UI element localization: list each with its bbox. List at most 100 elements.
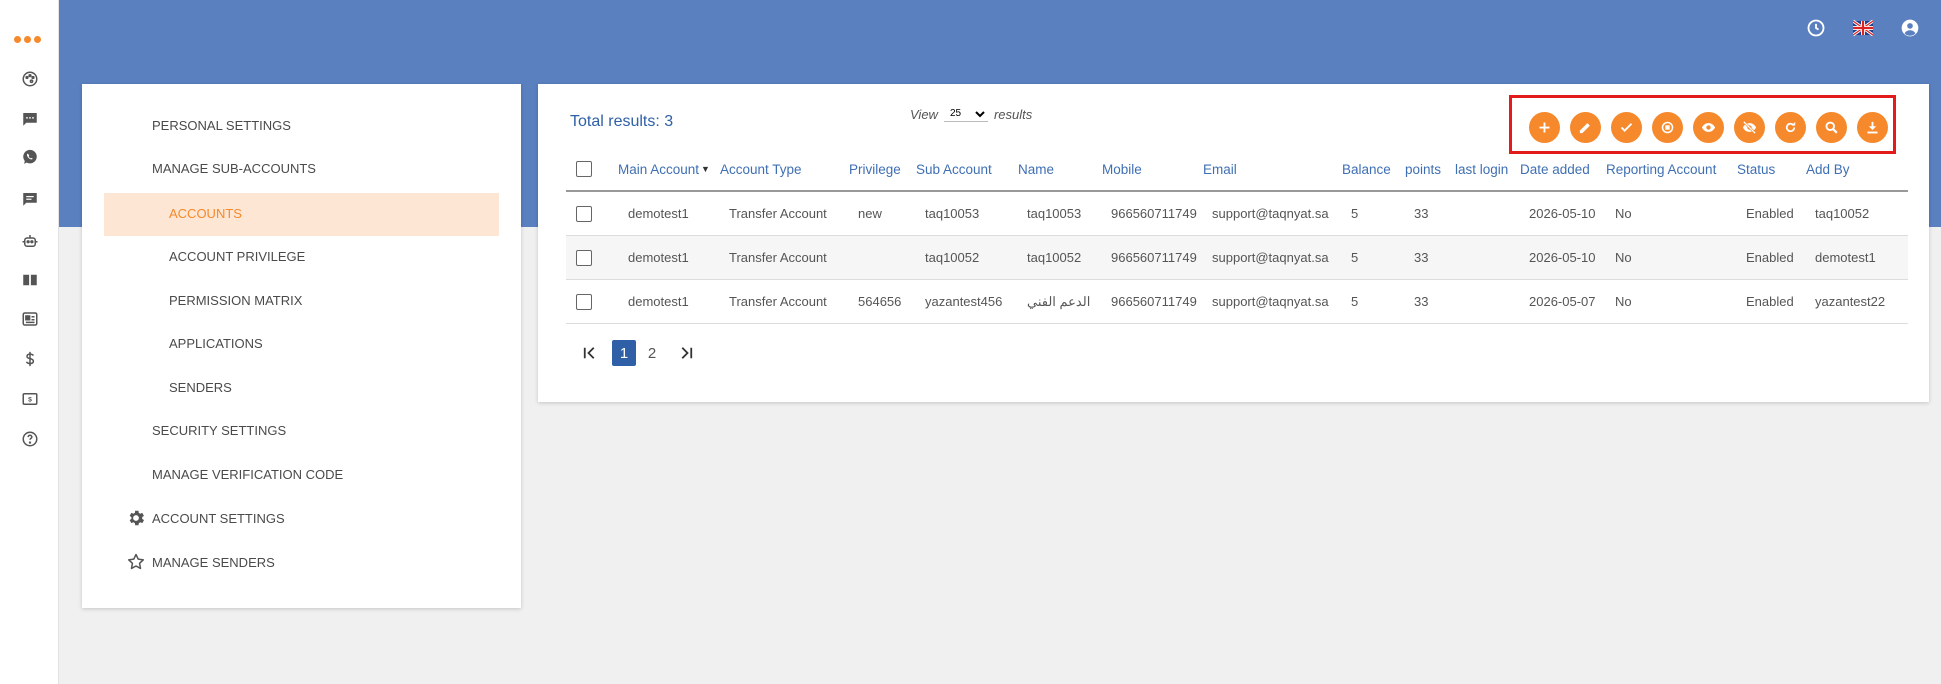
dollar-icon[interactable]: [18, 347, 42, 371]
account-circle-icon[interactable]: [1898, 16, 1922, 40]
cell-privilege: new: [858, 206, 882, 221]
header-date-added[interactable]: Date added: [1520, 148, 1590, 190]
palette-icon[interactable]: [18, 67, 42, 91]
cell-main-account: demotest1: [628, 250, 689, 265]
menu-security-settings[interactable]: SECURITY SETTINGS: [152, 423, 286, 438]
cell-points: 33: [1414, 250, 1429, 265]
last-page-icon: [681, 347, 693, 359]
header-account-type[interactable]: Account Type: [720, 148, 802, 190]
cell-mobile: 966560711749: [1111, 294, 1197, 309]
sort-desc-icon: ▼: [701, 164, 710, 174]
show-button[interactable]: [1693, 112, 1724, 143]
row-checkbox[interactable]: [576, 249, 592, 266]
header-add-by[interactable]: Add By: [1806, 148, 1850, 190]
approve-button[interactable]: [1611, 112, 1642, 143]
table-row[interactable]: demotest1 Transfer Account new taq10053 …: [566, 192, 1908, 236]
header-main-account[interactable]: Main Account ▼: [618, 148, 710, 190]
book-icon[interactable]: [18, 268, 42, 292]
app-menu-dots-icon[interactable]: [14, 36, 41, 43]
cell-reporting-account: No: [1615, 206, 1632, 221]
header-privilege[interactable]: Privilege: [849, 148, 901, 190]
chat-icon[interactable]: [18, 107, 42, 131]
header-main-account-label: Main Account: [618, 161, 700, 177]
header-balance[interactable]: Balance: [1342, 148, 1391, 190]
header-sub-account[interactable]: Sub Account: [916, 148, 992, 190]
uk-flag-icon[interactable]: [1851, 16, 1875, 40]
cell-main-account: demotest1: [628, 206, 689, 221]
cell-account-type: Transfer Account: [729, 294, 827, 309]
menu-personal-settings[interactable]: PERSONAL SETTINGS: [152, 118, 291, 133]
cell-main-account: demotest1: [628, 294, 689, 309]
cell-sub-account: taq10053: [925, 206, 980, 221]
menu-account-privilege[interactable]: ACCOUNT PRIVILEGE: [169, 249, 305, 264]
cell-account-type: Transfer Account: [729, 206, 827, 221]
cell-email: support@taqnyat.sa: [1212, 250, 1329, 265]
hide-icon: [1742, 120, 1757, 135]
svg-text:$: $: [28, 397, 32, 404]
table-header-row: Main Account ▼ Account Type Privilege Sub…: [566, 148, 1908, 192]
menu-applications[interactable]: APPLICATIONS: [169, 336, 263, 351]
cell-status: Enabled: [1746, 206, 1794, 221]
page-size-control: View 25 results: [910, 106, 1032, 122]
header-points[interactable]: points: [1405, 148, 1441, 190]
menu-senders[interactable]: SENDERS: [169, 380, 232, 395]
cell-email: support@taqnyat.sa: [1212, 294, 1329, 309]
menu-account-settings[interactable]: ACCOUNT SETTINGS: [152, 511, 285, 526]
table-row[interactable]: demotest1 Transfer Account taq10052 taq1…: [566, 236, 1908, 280]
bot-icon[interactable]: [18, 229, 42, 253]
billing-icon[interactable]: $: [18, 387, 42, 411]
first-page-icon: [583, 347, 595, 359]
cell-name: taq10052: [1027, 250, 1082, 265]
table-row[interactable]: demotest1 Transfer Account 564656 yazant…: [566, 280, 1908, 324]
refresh-button[interactable]: [1775, 112, 1806, 143]
disable-button[interactable]: [1652, 112, 1683, 143]
left-rail: $: [0, 0, 59, 684]
header-email[interactable]: Email: [1203, 148, 1237, 190]
cell-name: الدعم الفني: [1027, 293, 1091, 309]
page-size-select[interactable]: 25: [943, 106, 988, 122]
header-reporting-account[interactable]: Reporting Account: [1606, 148, 1716, 190]
cell-points: 33: [1414, 294, 1429, 309]
page-1-button[interactable]: 1: [612, 340, 636, 366]
download-button[interactable]: [1857, 112, 1888, 143]
cell-status: Enabled: [1746, 250, 1794, 265]
total-results: Total results: 3: [570, 113, 674, 130]
cell-add-by: demotest1: [1815, 250, 1876, 265]
cell-mobile: 966560711749: [1111, 250, 1197, 265]
menu-manage-senders[interactable]: MANAGE SENDERS: [152, 555, 275, 570]
hide-button[interactable]: [1734, 112, 1765, 143]
header-last-login[interactable]: last login: [1455, 148, 1508, 190]
accounts-table: Main Account ▼ Account Type Privilege Sub…: [566, 148, 1908, 324]
disable-icon: [1661, 121, 1674, 134]
edit-button[interactable]: [1570, 112, 1601, 143]
last-page-button[interactable]: [674, 340, 698, 366]
menu-manage-sub-accounts[interactable]: MANAGE SUB-ACCOUNTS: [152, 161, 316, 176]
select-all-checkbox[interactable]: [576, 161, 592, 177]
help-icon[interactable]: [18, 427, 42, 451]
menu-accounts[interactable]: ACCOUNTS: [169, 206, 242, 221]
cell-balance: 5: [1351, 294, 1359, 309]
search-button[interactable]: [1816, 112, 1847, 143]
page-2-button[interactable]: 2: [640, 340, 664, 366]
cell-privilege: 564656: [858, 294, 902, 309]
pagination: 1 2: [578, 340, 698, 366]
message-icon[interactable]: [18, 187, 42, 211]
menu-permission-matrix[interactable]: PERMISSION MATRIX: [169, 293, 302, 308]
clock-icon[interactable]: [1804, 16, 1828, 40]
add-button[interactable]: [1529, 112, 1560, 143]
menu-manage-verification-code[interactable]: MANAGE VERIFICATION CODE: [152, 467, 343, 482]
edit-icon: [1579, 123, 1590, 134]
whatsapp-icon[interactable]: [18, 145, 42, 169]
header-status[interactable]: Status: [1737, 148, 1775, 190]
view-label: View: [910, 106, 938, 122]
row-select-cell: [576, 236, 592, 279]
row-checkbox[interactable]: [576, 205, 592, 222]
cell-mobile: 966560711749: [1111, 206, 1197, 221]
first-page-button[interactable]: [578, 340, 602, 366]
contact-card-icon[interactable]: [18, 307, 42, 331]
cell-date-added: 2026-05-10: [1529, 250, 1596, 265]
row-checkbox[interactable]: [576, 293, 592, 310]
header-mobile[interactable]: Mobile: [1102, 148, 1142, 190]
header-name[interactable]: Name: [1018, 148, 1054, 190]
menu-accounts-highlight: [104, 193, 499, 236]
